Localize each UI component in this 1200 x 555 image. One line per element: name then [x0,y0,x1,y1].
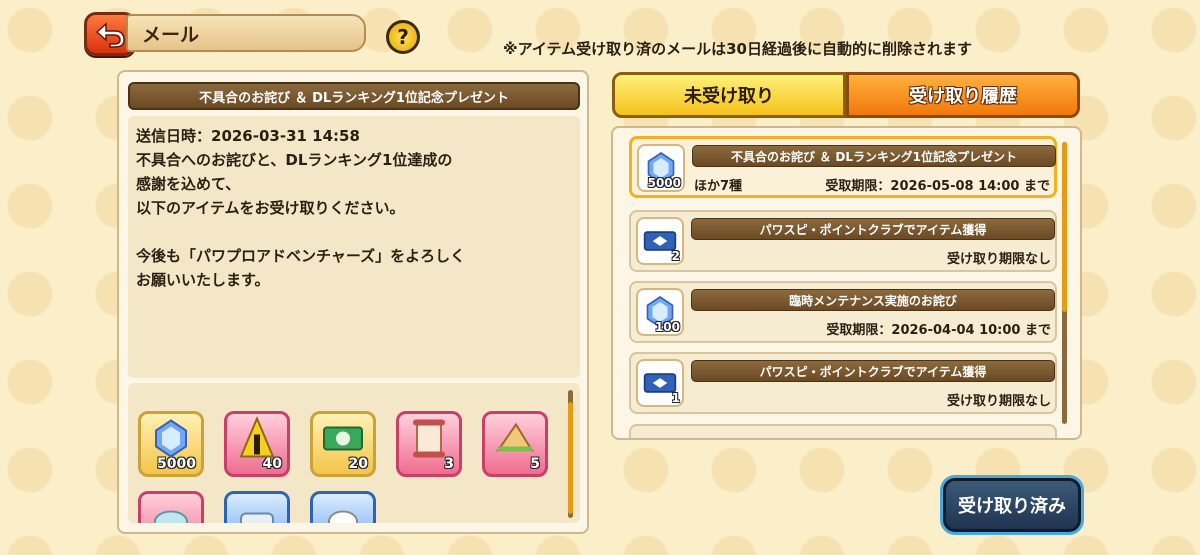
mail-item-quantity: 1 [671,391,680,405]
golden-mask-icon [237,415,277,466]
items-scrollbar-thumb[interactable] [568,402,573,514]
mail-expiry: 受け取り期限なし [946,252,1051,267]
mail-title: パワスピ・ポイントクラブでアイテム獲得 [691,218,1055,240]
mail-other-items: ほか7種 [694,179,743,194]
crystal-icon: 5000 [637,144,685,192]
attached-item[interactable]: 5 [482,411,548,477]
mail-list-scrollbar-thumb[interactable] [1062,142,1067,312]
sandwich-icon [494,421,536,462]
attached-item[interactable]: 40 [224,411,290,477]
mail-list-scrollbar[interactable] [1062,142,1067,424]
mail-body-line: 不具合へのお詫びと、DLランキング1位達成の [136,151,453,169]
help-icon: ? [397,25,409,49]
page-title-banner: メール [126,14,366,52]
mail-list-panel: 5000 不具合のお詫び ＆ DLランキング1位記念プレゼント ほか7種 受取期… [611,126,1082,440]
received-button[interactable]: 受け取り済み [943,478,1081,532]
bandage-icon [237,504,277,523]
back-arrow-icon [95,22,125,48]
mail-expiry: 受取期限：2026-05-08 14:00 まで [825,179,1050,194]
mail-item-quantity: 5000 [647,176,681,190]
attached-item[interactable]: 3 [396,411,462,477]
mail-list-item[interactable]: 5000 不具合のお詫び ＆ DLランキング1位記念プレゼント ほか7種 受取期… [629,136,1057,198]
mail-title: 臨時メンテナンス実施のお詫び [691,289,1055,311]
attached-item[interactable]: 5000 [138,411,204,477]
food-icon [151,504,191,523]
mail-title: パワスピ・ポイントクラブでアイテム獲得 [691,360,1055,382]
ticket-icon [322,424,364,459]
tab-received-history[interactable]: 受け取り履歴 [846,72,1080,118]
attached-items-grid: 5000 40 20 3 5 [128,383,580,523]
ticket-icon: 1 [636,359,684,407]
page-title: メール [142,23,200,46]
mail-detail-title: 不具合のお詫び ＆ DLランキング1位記念プレゼント [128,82,580,110]
mail-item-quantity: 100 [654,320,680,334]
help-button[interactable]: ? [386,20,420,54]
ticket-icon: 2 [636,217,684,265]
mail-list-item[interactable]: 2 パワスピ・ポイントクラブでアイテム獲得 受け取り期限なし [629,210,1057,272]
mail-body-line: 今後も「パワプロアドベンチャーズ」をよろしく [136,247,466,265]
mail-body: 送信日時：2026-03-31 14:58 不具合へのお詫びと、DLランキング1… [128,116,580,378]
crystal-icon: 100 [636,288,684,336]
mail-list-item[interactable]: 100 臨時メンテナンス実施のお詫び 受取期限：2026-04-04 10:00… [629,281,1057,343]
attached-item[interactable]: 20 [310,411,376,477]
mail-body-line: お願いいたします。 [136,271,270,289]
mail-body-line [136,220,572,244]
mail-item-quantity: 2 [671,249,680,263]
mail-title: 不具合のお詫び ＆ DLランキング1位記念プレゼント [692,145,1056,167]
mail-list-item[interactable] [629,424,1057,438]
mail-list-item[interactable]: 1 パワスピ・ポイントクラブでアイテム獲得 受け取り期限なし [629,352,1057,414]
mail-body-line: 送信日時：2026-03-31 14:58 [136,127,360,145]
attached-item[interactable] [310,491,376,523]
glove-icon [323,504,363,523]
mail-body-line: 感謝を込めて、 [136,175,241,193]
crystal-icon [153,419,189,464]
items-scrollbar[interactable] [568,390,573,518]
auto-delete-notice: ※アイテム受け取り済のメールは30日経過後に自動的に削除されます [503,40,972,58]
mail-expiry: 受取期限：2026-04-04 10:00 まで [826,323,1051,338]
mail-expiry: 受け取り期限なし [946,394,1051,409]
attached-item[interactable] [224,491,290,523]
tab-unreceived[interactable]: 未受け取り [612,72,846,118]
mail-body-line: 以下のアイテムをお受け取りください。 [136,199,405,217]
scroll-icon [409,418,449,465]
attached-item[interactable] [138,491,204,523]
